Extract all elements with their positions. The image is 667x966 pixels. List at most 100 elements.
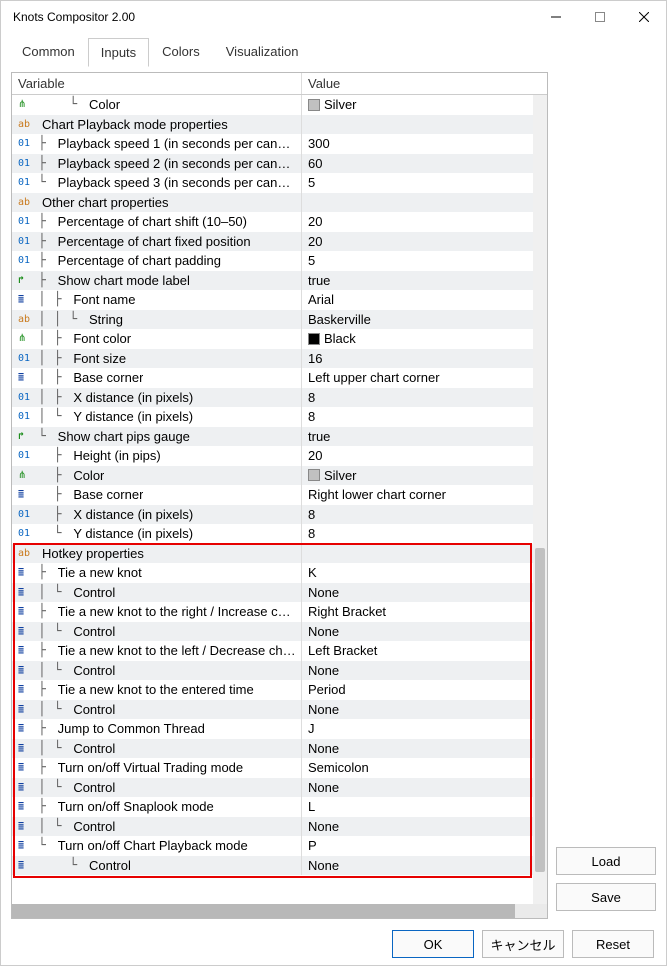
property-value[interactable]: Period: [302, 680, 533, 700]
property-value[interactable]: 20: [302, 212, 533, 232]
property-row[interactable]: ↱└ Show chart pips gaugetrue: [12, 427, 533, 447]
property-row[interactable]: 01│ ├ X distance (in pixels)8: [12, 388, 533, 408]
property-row[interactable]: 01│ ├ Font size16: [12, 349, 533, 369]
property-value[interactable]: K: [302, 563, 533, 583]
column-header-variable[interactable]: Variable: [12, 73, 302, 94]
property-row[interactable]: ≣│ ├ Font nameArial: [12, 290, 533, 310]
property-row[interactable]: ≣├ Tie a new knot to the right / Increas…: [12, 602, 533, 622]
property-row[interactable]: 01│ └ Y distance (in pixels)8: [12, 407, 533, 427]
property-value[interactable]: [302, 544, 533, 564]
property-value[interactable]: L: [302, 797, 533, 817]
property-value[interactable]: None: [302, 817, 533, 837]
property-row[interactable]: 01 ├ Height (in pips)20: [12, 446, 533, 466]
property-value[interactable]: Right Bracket: [302, 602, 533, 622]
property-value[interactable]: Silver: [302, 466, 533, 486]
property-value[interactable]: None: [302, 739, 533, 759]
property-row[interactable]: ≣│ └ ControlNone: [12, 700, 533, 720]
property-value[interactable]: [302, 193, 533, 213]
property-value[interactable]: 8: [302, 524, 533, 544]
property-value[interactable]: Arial: [302, 290, 533, 310]
property-row[interactable]: ≣│ └ ControlNone: [12, 778, 533, 798]
property-value[interactable]: 20: [302, 232, 533, 252]
property-value[interactable]: None: [302, 700, 533, 720]
property-value[interactable]: Left Bracket: [302, 641, 533, 661]
property-row[interactable]: abHotkey properties: [12, 544, 533, 564]
property-row[interactable]: ⋔│ ├ Font colorBlack: [12, 329, 533, 349]
property-row[interactable]: ↱├ Show chart mode labeltrue: [12, 271, 533, 291]
property-row[interactable]: ≣├ Tie a new knot to the entered timePer…: [12, 680, 533, 700]
property-row[interactable]: ab│ │ └ StringBaskerville: [12, 310, 533, 330]
property-row[interactable]: 01├ Percentage of chart padding5: [12, 251, 533, 271]
minimize-button[interactable]: [534, 1, 578, 33]
property-row[interactable]: 01 ├ X distance (in pixels)8: [12, 505, 533, 525]
property-value[interactable]: Semicolon: [302, 758, 533, 778]
tree-indent: ├: [38, 604, 54, 619]
property-value[interactable]: 60: [302, 154, 533, 174]
property-value[interactable]: [302, 115, 533, 135]
property-row[interactable]: ⋔ └ ColorSilver: [12, 95, 533, 115]
property-value[interactable]: J: [302, 719, 533, 739]
property-row[interactable]: abOther chart properties: [12, 193, 533, 213]
property-row[interactable]: ≣├ Tie a new knot to the left / Decrease…: [12, 641, 533, 661]
property-value[interactable]: None: [302, 778, 533, 798]
property-value[interactable]: P: [302, 836, 533, 856]
property-row[interactable]: ≣ └ ControlNone: [12, 856, 533, 876]
color-swatch: [308, 99, 320, 111]
property-value[interactable]: None: [302, 856, 533, 876]
load-button[interactable]: Load: [556, 847, 656, 875]
property-value[interactable]: Right lower chart corner: [302, 485, 533, 505]
property-value[interactable]: 20: [302, 446, 533, 466]
property-value[interactable]: 8: [302, 388, 533, 408]
scrollbar-thumb[interactable]: [12, 904, 515, 918]
property-value[interactable]: Left upper chart corner: [302, 368, 533, 388]
tab-visualization[interactable]: Visualization: [213, 37, 312, 66]
column-header-value[interactable]: Value: [302, 73, 547, 94]
property-row[interactable]: abChart Playback mode properties: [12, 115, 533, 135]
property-value[interactable]: 8: [302, 407, 533, 427]
property-row[interactable]: ≣│ └ ControlNone: [12, 583, 533, 603]
property-value[interactable]: 300: [302, 134, 533, 154]
property-row[interactable]: ≣└ Turn on/off Chart Playback modeP: [12, 836, 533, 856]
property-row[interactable]: 01└ Playback speed 3 (in seconds per can…: [12, 173, 533, 193]
property-row[interactable]: ≣├ Jump to Common ThreadJ: [12, 719, 533, 739]
property-row[interactable]: 01├ Percentage of chart shift (10–50)20: [12, 212, 533, 232]
property-value[interactable]: 5: [302, 173, 533, 193]
property-value[interactable]: Black: [302, 329, 533, 349]
property-value[interactable]: Silver: [302, 95, 533, 115]
property-value[interactable]: true: [302, 271, 533, 291]
tab-inputs[interactable]: Inputs: [88, 38, 149, 67]
cancel-button[interactable]: キャンセル: [482, 930, 564, 958]
property-row[interactable]: ≣│ ├ Base cornerLeft upper chart corner: [12, 368, 533, 388]
property-row[interactable]: 01├ Playback speed 2 (in seconds per can…: [12, 154, 533, 174]
tab-common[interactable]: Common: [9, 37, 88, 66]
property-value[interactable]: 5: [302, 251, 533, 271]
property-row[interactable]: ≣├ Tie a new knotK: [12, 563, 533, 583]
ok-button[interactable]: OK: [392, 930, 474, 958]
property-value[interactable]: 8: [302, 505, 533, 525]
property-row[interactable]: ≣│ └ ControlNone: [12, 739, 533, 759]
vertical-scrollbar[interactable]: [533, 95, 547, 904]
property-row[interactable]: ≣│ └ ControlNone: [12, 817, 533, 837]
save-button[interactable]: Save: [556, 883, 656, 911]
property-value[interactable]: None: [302, 583, 533, 603]
property-row[interactable]: 01├ Percentage of chart fixed position20: [12, 232, 533, 252]
property-row[interactable]: ≣ ├ Base cornerRight lower chart corner: [12, 485, 533, 505]
scrollbar-thumb[interactable]: [535, 548, 545, 872]
property-value[interactable]: None: [302, 661, 533, 681]
property-row[interactable]: ≣│ └ ControlNone: [12, 622, 533, 642]
property-value[interactable]: true: [302, 427, 533, 447]
reset-button[interactable]: Reset: [572, 930, 654, 958]
property-value[interactable]: 16: [302, 349, 533, 369]
property-row[interactable]: ≣│ └ ControlNone: [12, 661, 533, 681]
horizontal-scrollbar[interactable]: [12, 904, 547, 918]
property-value[interactable]: Baskerville: [302, 310, 533, 330]
property-row[interactable]: 01├ Playback speed 1 (in seconds per can…: [12, 134, 533, 154]
property-row[interactable]: ≣├ Turn on/off Virtual Trading modeSemic…: [12, 758, 533, 778]
maximize-button[interactable]: [578, 1, 622, 33]
property-value[interactable]: None: [302, 622, 533, 642]
tab-colors[interactable]: Colors: [149, 37, 213, 66]
property-row[interactable]: ⋔ ├ ColorSilver: [12, 466, 533, 486]
property-row[interactable]: 01 └ Y distance (in pixels)8: [12, 524, 533, 544]
property-row[interactable]: ≣├ Turn on/off Snaplook modeL: [12, 797, 533, 817]
close-button[interactable]: [622, 1, 666, 33]
